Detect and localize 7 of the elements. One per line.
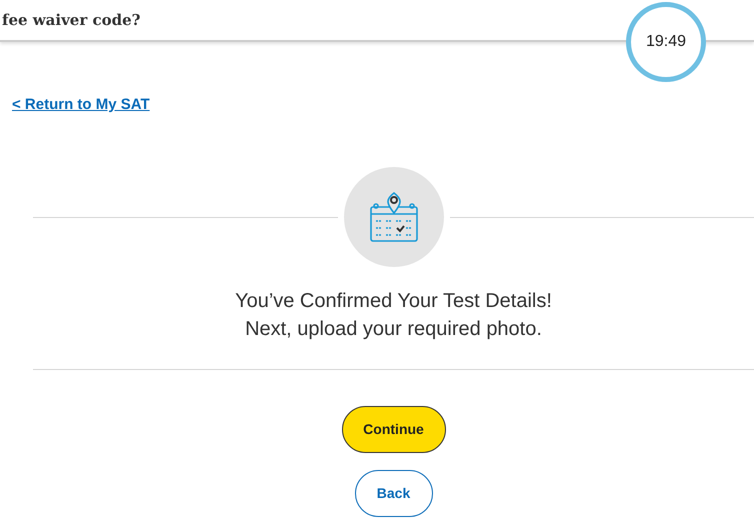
countdown-timer: 19:49	[626, 2, 706, 82]
header-question: fee waiver code?	[2, 10, 140, 31]
confirmation-title: You’ve Confirmed Your Test Details!	[234, 289, 553, 314]
confirmation-subtitle: Next, upload your required photo.	[244, 317, 543, 342]
back-button[interactable]: Back	[354, 470, 432, 517]
continue-button[interactable]: Continue	[342, 406, 446, 453]
return-link[interactable]: < Return to My SAT	[12, 94, 150, 116]
